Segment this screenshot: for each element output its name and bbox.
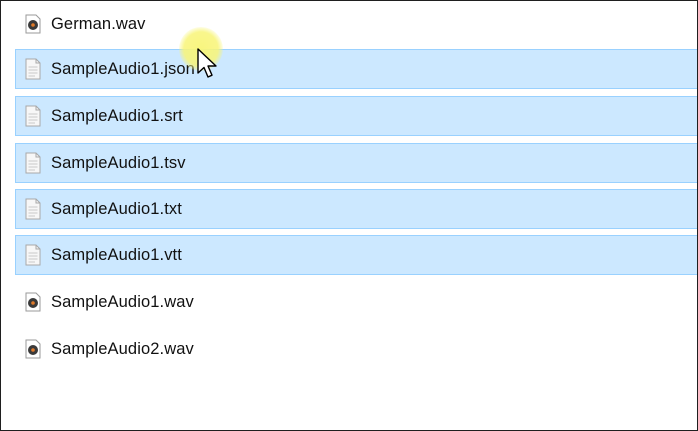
file-name: SampleAudio1.json [51,59,195,78]
file-row-sampleaudio1-wav[interactable]: SampleAudio1.wav [15,282,697,322]
text-file-icon [23,58,43,80]
text-file-icon [23,244,43,266]
file-name: SampleAudio1.wav [51,292,194,311]
file-name: SampleAudio1.tsv [51,153,186,172]
text-file-icon [23,198,43,220]
text-file-icon [23,105,43,127]
audio-file-icon [23,13,43,35]
file-name: SampleAudio1.txt [51,199,182,218]
audio-file-icon [23,338,43,360]
file-row-sampleaudio1-vtt[interactable]: SampleAudio1.vtt [15,235,697,275]
text-file-icon [23,152,43,174]
file-row-sampleaudio1-tsv[interactable]: SampleAudio1.tsv [15,143,697,183]
file-name: German.wav [51,14,146,33]
file-row-sampleaudio1-txt[interactable]: SampleAudio1.txt [15,189,697,229]
file-list: German.wav SampleAudio1.json SampleAudio… [1,1,697,430]
file-name: SampleAudio1.srt [51,106,183,125]
file-explorer-window: German.wav SampleAudio1.json SampleAudio… [0,0,698,431]
file-row-sampleaudio1-srt[interactable]: SampleAudio1.srt [15,96,697,136]
audio-file-icon [23,291,43,313]
file-name: SampleAudio2.wav [51,339,194,358]
file-name: SampleAudio1.vtt [51,245,182,264]
file-row-sampleaudio2-wav[interactable]: SampleAudio2.wav [15,329,697,369]
file-row-german-wav[interactable]: German.wav [15,4,697,44]
file-row-sampleaudio1-json[interactable]: SampleAudio1.json [15,49,697,89]
